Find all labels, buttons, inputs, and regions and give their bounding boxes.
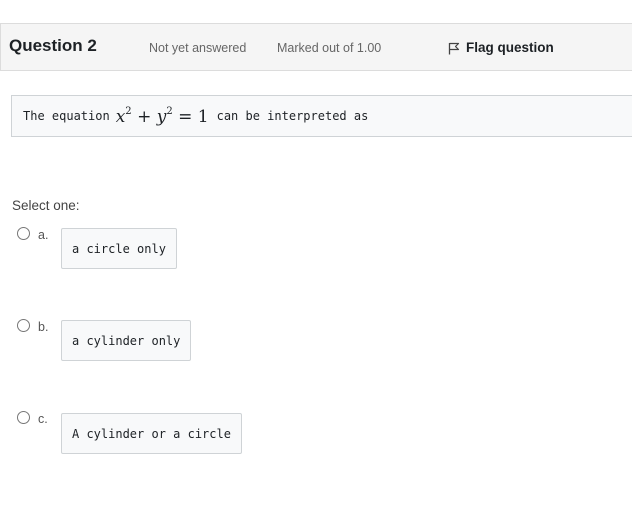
option-c-letter: c.: [38, 412, 48, 426]
option-c-text[interactable]: A cylinder or a circle: [61, 413, 242, 454]
question-text-before: The equation: [23, 109, 110, 123]
option-b-radio[interactable]: [17, 319, 30, 332]
question-info-header: Question 2 Not yet answered Marked out o…: [0, 23, 632, 71]
flag-question-label: Flag question: [466, 39, 554, 55]
question-grade: Marked out of 1.00: [277, 41, 382, 55]
question-text: The equation x2 + y2 = 1 can be interpre…: [11, 95, 632, 137]
option-a-text[interactable]: a circle only: [61, 228, 177, 269]
option-b-text[interactable]: a cylinder only: [61, 320, 192, 361]
option-c-radio[interactable]: [17, 411, 30, 424]
select-one-prompt: Select one:: [12, 198, 80, 213]
option-a-letter: a.: [38, 228, 49, 242]
question-state: Not yet answered: [149, 41, 247, 55]
equation: x2 + y2 = 1: [115, 105, 209, 127]
question-text-after: can be interpreted as: [216, 109, 369, 123]
flag-question-button[interactable]: Flag question: [448, 39, 554, 55]
flag-icon: [448, 42, 460, 55]
option-b-letter: b.: [38, 320, 49, 334]
question-number: Question 2: [9, 36, 97, 55]
option-a-radio[interactable]: [17, 227, 30, 240]
